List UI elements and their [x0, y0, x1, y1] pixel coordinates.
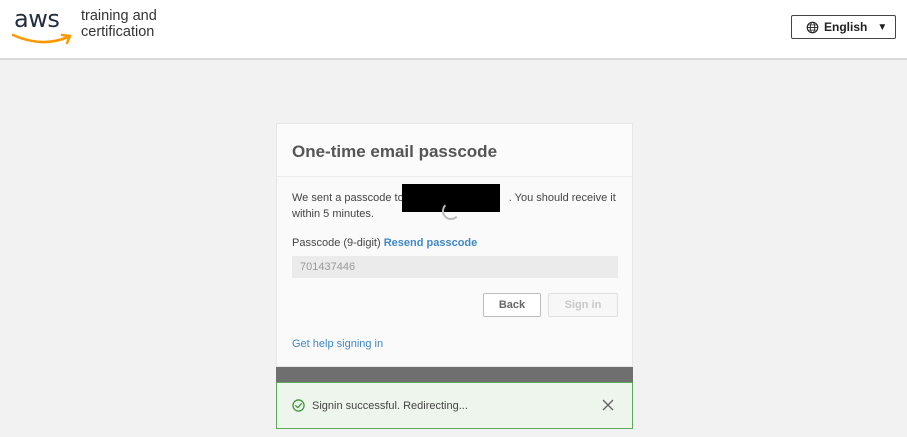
caret-down-icon: ▼: [877, 21, 888, 33]
check-circle-icon: [292, 399, 305, 412]
back-button[interactable]: Back: [483, 293, 541, 317]
passcode-label: Passcode (9-digit) Resend passcode: [292, 237, 477, 249]
resend-passcode-link[interactable]: Resend passcode: [384, 237, 478, 249]
loading-spinner-icon: [442, 202, 460, 220]
logo-wordmark: aws: [14, 5, 60, 33]
divider-band: [276, 367, 633, 382]
brand-line-1: training and: [81, 8, 157, 24]
message-prefix: We sent a passcode to: [292, 192, 404, 204]
language-label: English: [824, 20, 868, 34]
aws-logo[interactable]: aws: [12, 5, 74, 46]
toast-message: Signin successful. Redirecting...: [312, 400, 468, 412]
smile-arrow-icon: [12, 33, 72, 45]
success-toast: Signin successful. Redirecting...: [276, 382, 633, 429]
language-selector[interactable]: English ▼: [791, 15, 896, 39]
brand-line-2: certification: [81, 24, 155, 40]
message-line-2: within 5 minutes.: [292, 208, 374, 220]
passcode-label-text: Passcode (9-digit): [292, 237, 381, 249]
sign-in-button[interactable]: Sign in: [548, 293, 618, 317]
help-signing-in-link[interactable]: Get help signing in: [292, 338, 383, 350]
passcode-card: One-time email passcode We sent a passco…: [276, 123, 633, 367]
brand-text: training and certification: [81, 8, 157, 40]
globe-icon: [806, 21, 819, 33]
passcode-input[interactable]: [292, 256, 618, 278]
page-title: One-time email passcode: [292, 142, 498, 161]
close-icon[interactable]: [602, 399, 614, 411]
top-header: aws training and certification English ▼: [0, 0, 907, 60]
message-suffix: . You should receive it: [508, 192, 616, 204]
